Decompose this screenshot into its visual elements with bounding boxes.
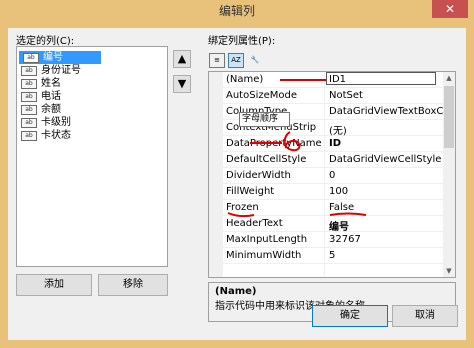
list-item-label: 余额 — [41, 104, 61, 115]
property-value: NotSet — [329, 90, 363, 101]
property-name: FillWeight — [226, 186, 275, 197]
description-title: (Name) — [215, 286, 257, 297]
red-underline-annotation — [280, 79, 326, 81]
list-item[interactable]: ab 身份证号 — [17, 64, 167, 77]
cancel-button[interactable]: 取消 — [392, 305, 458, 327]
property-value: ID — [329, 138, 342, 149]
list-item-label: 姓名 — [41, 78, 61, 89]
move-up-button[interactable]: ▲ — [173, 50, 191, 68]
list-item-label: 卡状态 — [41, 130, 71, 141]
property-row[interactable]: DividerWidth 0 — [223, 168, 443, 184]
column-icon: ab — [23, 53, 39, 63]
red-underline-annotation — [250, 142, 282, 144]
property-row[interactable]: DefaultCellStyle DataGridViewCellStyle { … — [223, 152, 445, 168]
property-name: MaxInputLength — [226, 234, 308, 245]
scroll-thumb[interactable] — [444, 86, 454, 148]
list-item-label: 电话 — [41, 91, 61, 102]
list-item[interactable]: ab 姓名 — [17, 77, 167, 90]
selected-columns-list[interactable]: ab 编号 ab 身份证号 ab 姓名 ab 电话 ab 余额 ab 卡级别 ab 卡状态 — [16, 46, 168, 267]
red-underline-annotation — [227, 212, 255, 218]
bound-column-properties-label: 绑定列属性(P): — [208, 36, 276, 47]
column-icon: ab — [21, 118, 37, 128]
list-item[interactable]: ab 编号 — [19, 51, 101, 64]
property-value: 100 — [329, 186, 349, 197]
scroll-down-arrow-icon[interactable]: ▼ — [443, 265, 455, 277]
property-value: 编号 — [329, 222, 349, 233]
list-item-label: 身份证号 — [41, 65, 81, 76]
list-item[interactable]: ab 卡级别 — [17, 116, 167, 129]
property-name: DefaultCellStyle — [226, 154, 307, 165]
tooltip: 字母顺序 — [239, 112, 290, 127]
property-name: DividerWidth — [226, 170, 291, 181]
list-item[interactable]: ab 电话 — [17, 90, 167, 103]
column-icon: ab — [21, 105, 37, 115]
remove-button[interactable]: 移除 — [98, 274, 168, 296]
property-value: 5 — [329, 250, 336, 261]
property-row[interactable]: MaxInputLength 32767 — [223, 232, 443, 248]
dialog-client-area: 选定的列(C): ab 编号 ab 身份证号 ab 姓名 ab 电话 ab 余额 ab 卡级… — [8, 28, 466, 340]
property-row[interactable]: FillWeight 100 — [223, 184, 443, 200]
list-item-label: 卡级别 — [41, 117, 71, 128]
property-value-input[interactable]: ID1 — [326, 72, 436, 85]
selected-columns-label: 选定的列(C): — [16, 36, 75, 47]
property-row[interactable]: (Name) ID1 — [223, 72, 443, 88]
column-icon: ab — [21, 92, 37, 102]
property-name: MinimumWidth — [226, 250, 302, 261]
property-value: (无) — [329, 126, 347, 137]
property-pages-icon[interactable]: 🔧 — [247, 53, 263, 68]
column-icon: ab — [21, 131, 37, 141]
list-item[interactable]: ab 余额 — [17, 103, 167, 116]
property-value: DataGridViewTextBoxColu — [329, 106, 445, 117]
property-grid-scrollbar[interactable]: ▲ ▼ — [443, 72, 455, 277]
property-grid[interactable]: (Name)ID1 AutoSizeModeNotSet ColumnTypeD… — [208, 71, 456, 278]
list-item[interactable]: ab 卡状态 — [17, 129, 167, 142]
list-item-label: 编号 — [43, 52, 63, 63]
close-button[interactable]: ✕ — [432, 0, 468, 18]
property-value: 32767 — [329, 234, 361, 245]
add-button[interactable]: 添加 — [16, 274, 92, 296]
move-down-button[interactable]: ▼ — [173, 75, 191, 93]
property-row[interactable]: MinimumWidth 5 — [223, 248, 443, 264]
column-icon: ab — [21, 66, 37, 76]
red-underline-annotation — [329, 212, 367, 216]
property-name: (Name) — [226, 74, 264, 85]
property-name: AutoSizeMode — [226, 90, 297, 101]
scroll-up-arrow-icon[interactable]: ▲ — [443, 72, 455, 84]
alphabetical-sort-icon[interactable]: AZ — [228, 53, 244, 68]
edit-columns-dialog: 编辑列 ✕ 选定的列(C): ab 编号 ab 身份证号 ab 姓名 ab 电话 ab 余… — [0, 0, 474, 348]
property-row[interactable]: AutoSizeMode NotSet — [223, 88, 443, 104]
window-title: 编辑列 — [218, 4, 255, 18]
categorized-icon[interactable]: ≡ — [209, 53, 225, 68]
property-value: DataGridViewCellStyle { } — [329, 154, 445, 165]
property-value: 0 — [329, 170, 336, 181]
ok-button[interactable]: 确定 — [312, 305, 388, 327]
title-bar[interactable]: 编辑列 ✕ — [0, 0, 474, 20]
column-icon: ab — [21, 79, 37, 89]
red-six-annotation — [283, 131, 301, 152]
